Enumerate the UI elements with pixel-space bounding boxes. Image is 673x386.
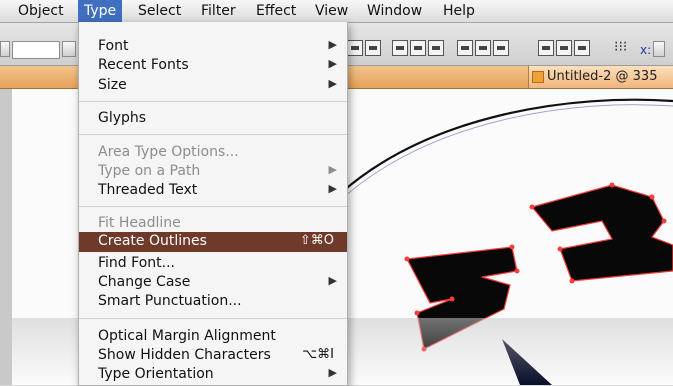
stepper-button[interactable] — [0, 41, 10, 57]
menu-filter[interactable]: Filter — [201, 0, 236, 22]
submenu-arrow-icon: ▶ — [328, 182, 337, 195]
menu-separator — [79, 318, 347, 319]
menu-item-area-type-options: Area Type Options... — [98, 144, 239, 160]
menu-item-type-on-a-path: Type on a Path ▶ — [98, 163, 337, 179]
menu-window[interactable]: Window — [367, 0, 422, 22]
submenu-arrow-icon: ▶ — [328, 57, 337, 70]
menu-item-change-case[interactable]: Change Case ▶ — [79, 273, 347, 293]
menu-item-show-hidden-characters[interactable]: Show Hidden Characters ⌥⌘I — [79, 346, 347, 366]
align-group-3 — [457, 40, 509, 60]
menu-help[interactable]: Help — [443, 0, 475, 22]
shortcut-create-outlines: ⇧⌘O — [299, 233, 334, 248]
menu-item-size[interactable]: Size ▶ — [79, 76, 347, 96]
align-bottom-icon[interactable] — [347, 40, 363, 56]
menubar: Object Type Select Filter Effect View Wi… — [0, 0, 673, 23]
menu-view[interactable]: View — [315, 0, 348, 22]
align-group-2 — [392, 40, 444, 60]
x-label: x: — [640, 43, 652, 57]
menu-separator — [79, 101, 347, 102]
submenu-arrow-icon: ▶ — [328, 366, 337, 379]
submenu-arrow-icon: ▶ — [328, 274, 337, 287]
menu-item-optical-margin-alignment[interactable]: Optical Margin Alignment — [79, 327, 347, 347]
submenu-arrow-icon: ▶ — [328, 77, 337, 90]
menu-separator — [79, 134, 347, 135]
menu-item-threaded-text[interactable]: Threaded Text ▶ — [79, 181, 347, 201]
circle-arc — [341, 98, 673, 193]
menu-item-find-font[interactable]: Find Font... — [79, 254, 347, 274]
document-title: Untitled-2 @ 335 — [547, 69, 658, 84]
distribute-space-left-icon[interactable] — [538, 40, 554, 56]
type-menu: Font ▶ Recent Fonts ▶ Size ▶ Glyphs Area… — [78, 22, 348, 386]
menu-item-glyphs[interactable]: Glyphs — [79, 109, 347, 129]
menu-object[interactable]: Object — [18, 0, 64, 22]
menu-item-smart-punctuation[interactable]: Smart Punctuation... — [79, 292, 347, 312]
menu-item-fit-headline: Fit Headline — [98, 215, 181, 231]
menu-item-font[interactable]: Font ▶ — [79, 37, 347, 57]
menu-type[interactable]: Type — [78, 0, 123, 22]
menu-effect[interactable]: Effect — [256, 0, 296, 22]
distribute-space-right-icon[interactable] — [574, 40, 590, 56]
distribute-top-icon[interactable] — [392, 40, 408, 56]
shortcut-show-hidden-characters: ⌥⌘I — [302, 347, 334, 362]
distribute-center-icon[interactable] — [410, 40, 426, 56]
submenu-arrow-icon: ▶ — [328, 163, 337, 176]
align-group-1 — [347, 40, 381, 60]
align-group-4 — [538, 40, 590, 60]
submenu-arrow-icon: ▶ — [328, 38, 337, 51]
menu-item-type-orientation[interactable]: Type Orientation ▶ — [79, 365, 347, 385]
control-field[interactable] — [12, 41, 60, 59]
distribute-bottom-icon[interactable] — [428, 40, 444, 56]
menu-separator — [79, 206, 347, 207]
distribute-hcenter-icon[interactable] — [475, 40, 491, 56]
align-bottom-2-icon[interactable] — [365, 40, 381, 56]
distribute-space-center-icon[interactable] — [556, 40, 572, 56]
reference-point-icon[interactable]: ⁝⁝⁝ — [614, 39, 634, 59]
menu-item-recent-fonts[interactable]: Recent Fonts ▶ — [79, 56, 347, 76]
menu-item-create-outlines[interactable]: Create Outlines ⇧⌘O — [79, 232, 347, 252]
menu-select[interactable]: Select — [138, 0, 181, 22]
x-stepper-button[interactable] — [653, 41, 665, 57]
distribute-right-icon[interactable] — [493, 40, 509, 56]
distribute-left-icon[interactable] — [457, 40, 473, 56]
dropdown-arrow-button[interactable] — [62, 41, 76, 57]
document-icon — [532, 71, 544, 83]
document-tab[interactable]: Untitled-2 @ 335 — [528, 66, 673, 88]
circle-arc-selection — [343, 104, 673, 198]
